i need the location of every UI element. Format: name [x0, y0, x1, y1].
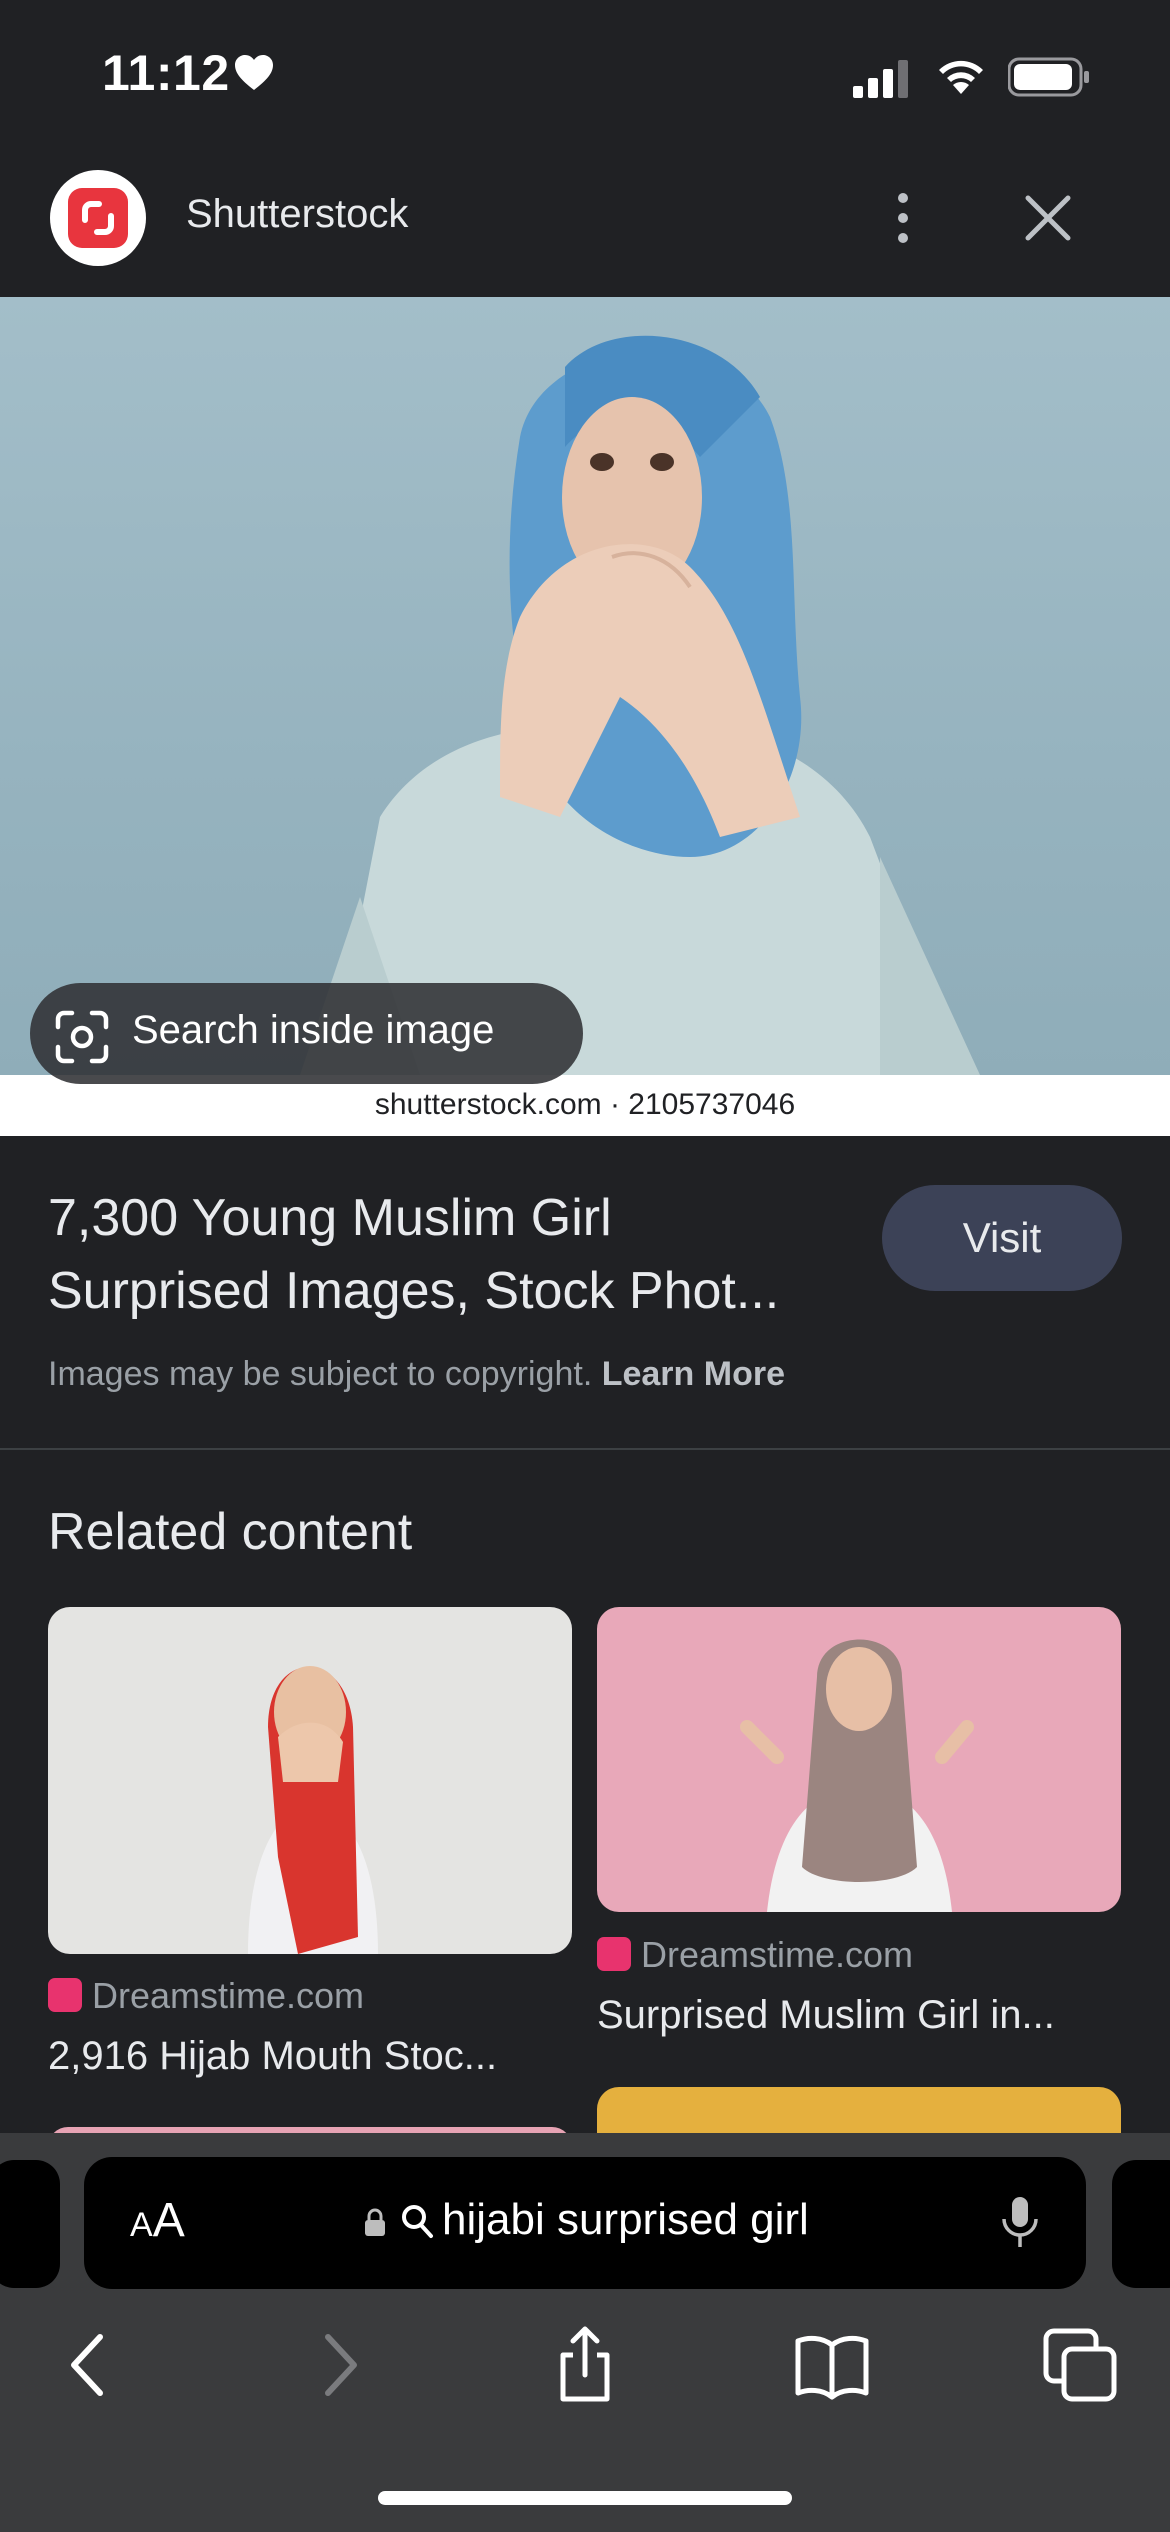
search-inside-image-button[interactable]: Search inside image: [30, 983, 583, 1084]
divider: [0, 1448, 1170, 1450]
lock-icon: [365, 2208, 385, 2236]
shutterstock-logo-icon: [68, 188, 128, 248]
related-source-1: Dreamstime.com: [48, 1975, 364, 2017]
result-title[interactable]: 7,300 Young Muslim Girl Surprised Images…: [48, 1182, 868, 1328]
cellular-signal-icon: [853, 60, 908, 98]
bookmarks-icon[interactable]: [792, 2325, 872, 2405]
result-title-line2: Surprised Images, Stock Phot...: [48, 1262, 780, 1320]
related-caption-2[interactable]: Surprised Muslim Girl in...: [597, 1993, 1121, 2038]
dreamstime-favicon-icon: [48, 1978, 82, 2012]
status-time: 11:12: [102, 45, 230, 101]
copyright-text: Images may be subject to copyright.: [48, 1355, 593, 1393]
related-source-2: Dreamstime.com: [597, 1934, 913, 1976]
hero-photo: [300, 335, 980, 1075]
previous-tab-preview[interactable]: [0, 2160, 60, 2288]
close-icon[interactable]: [1020, 188, 1076, 248]
related-photo-2: [740, 1639, 974, 1912]
battery-icon: [1008, 57, 1089, 97]
related-content-heading: Related content: [48, 1503, 413, 1561]
result-title-line1: 7,300 Young Muslim Girl: [48, 1189, 612, 1247]
hero-image[interactable]: [0, 297, 1170, 1075]
related-photo-1: [248, 1666, 378, 1954]
related-source-label-2: Dreamstime.com: [641, 1934, 914, 1975]
visit-button[interactable]: Visit: [882, 1185, 1122, 1291]
microphone-icon[interactable]: [1000, 2195, 1040, 2251]
status-bar: 11:12: [0, 0, 1170, 150]
back-icon[interactable]: [48, 2325, 128, 2405]
address-query: hijabi surprised girl: [442, 2195, 809, 2244]
image-credit: shutterstock.com · 2105737046: [374, 1088, 796, 1121]
related-image-2[interactable]: [597, 1607, 1121, 1912]
address-bar[interactable]: AA hijabi surprised girl: [84, 2157, 1086, 2289]
more-options-icon[interactable]: [880, 186, 926, 250]
heart-icon: [235, 55, 273, 90]
search-inside-image-label: Search inside image: [132, 1008, 495, 1052]
tabs-icon[interactable]: [1040, 2325, 1120, 2405]
site-logo: [50, 170, 146, 266]
wifi-icon: [939, 60, 983, 94]
share-icon[interactable]: [545, 2325, 625, 2405]
related-source-label-1: Dreamstime.com: [92, 1975, 365, 2016]
site-name: Shutterstock: [186, 192, 409, 236]
next-tab-preview[interactable]: [1112, 2160, 1170, 2288]
lens-icon: [55, 1010, 109, 1064]
copyright-notice: Images may be subject to copyright. Lear…: [48, 1355, 785, 1394]
home-indicator[interactable]: [378, 2491, 792, 2505]
forward-icon[interactable]: [300, 2325, 380, 2405]
dreamstime-favicon-icon: [597, 1937, 631, 1971]
learn-more-link[interactable]: Learn More: [602, 1355, 785, 1393]
search-icon: [402, 2205, 433, 2238]
related-caption-1[interactable]: 2,916 Hijab Mouth Stoc...: [48, 2034, 572, 2079]
text-size-button[interactable]: AA: [130, 2193, 185, 2248]
related-image-1[interactable]: [48, 1607, 572, 1954]
